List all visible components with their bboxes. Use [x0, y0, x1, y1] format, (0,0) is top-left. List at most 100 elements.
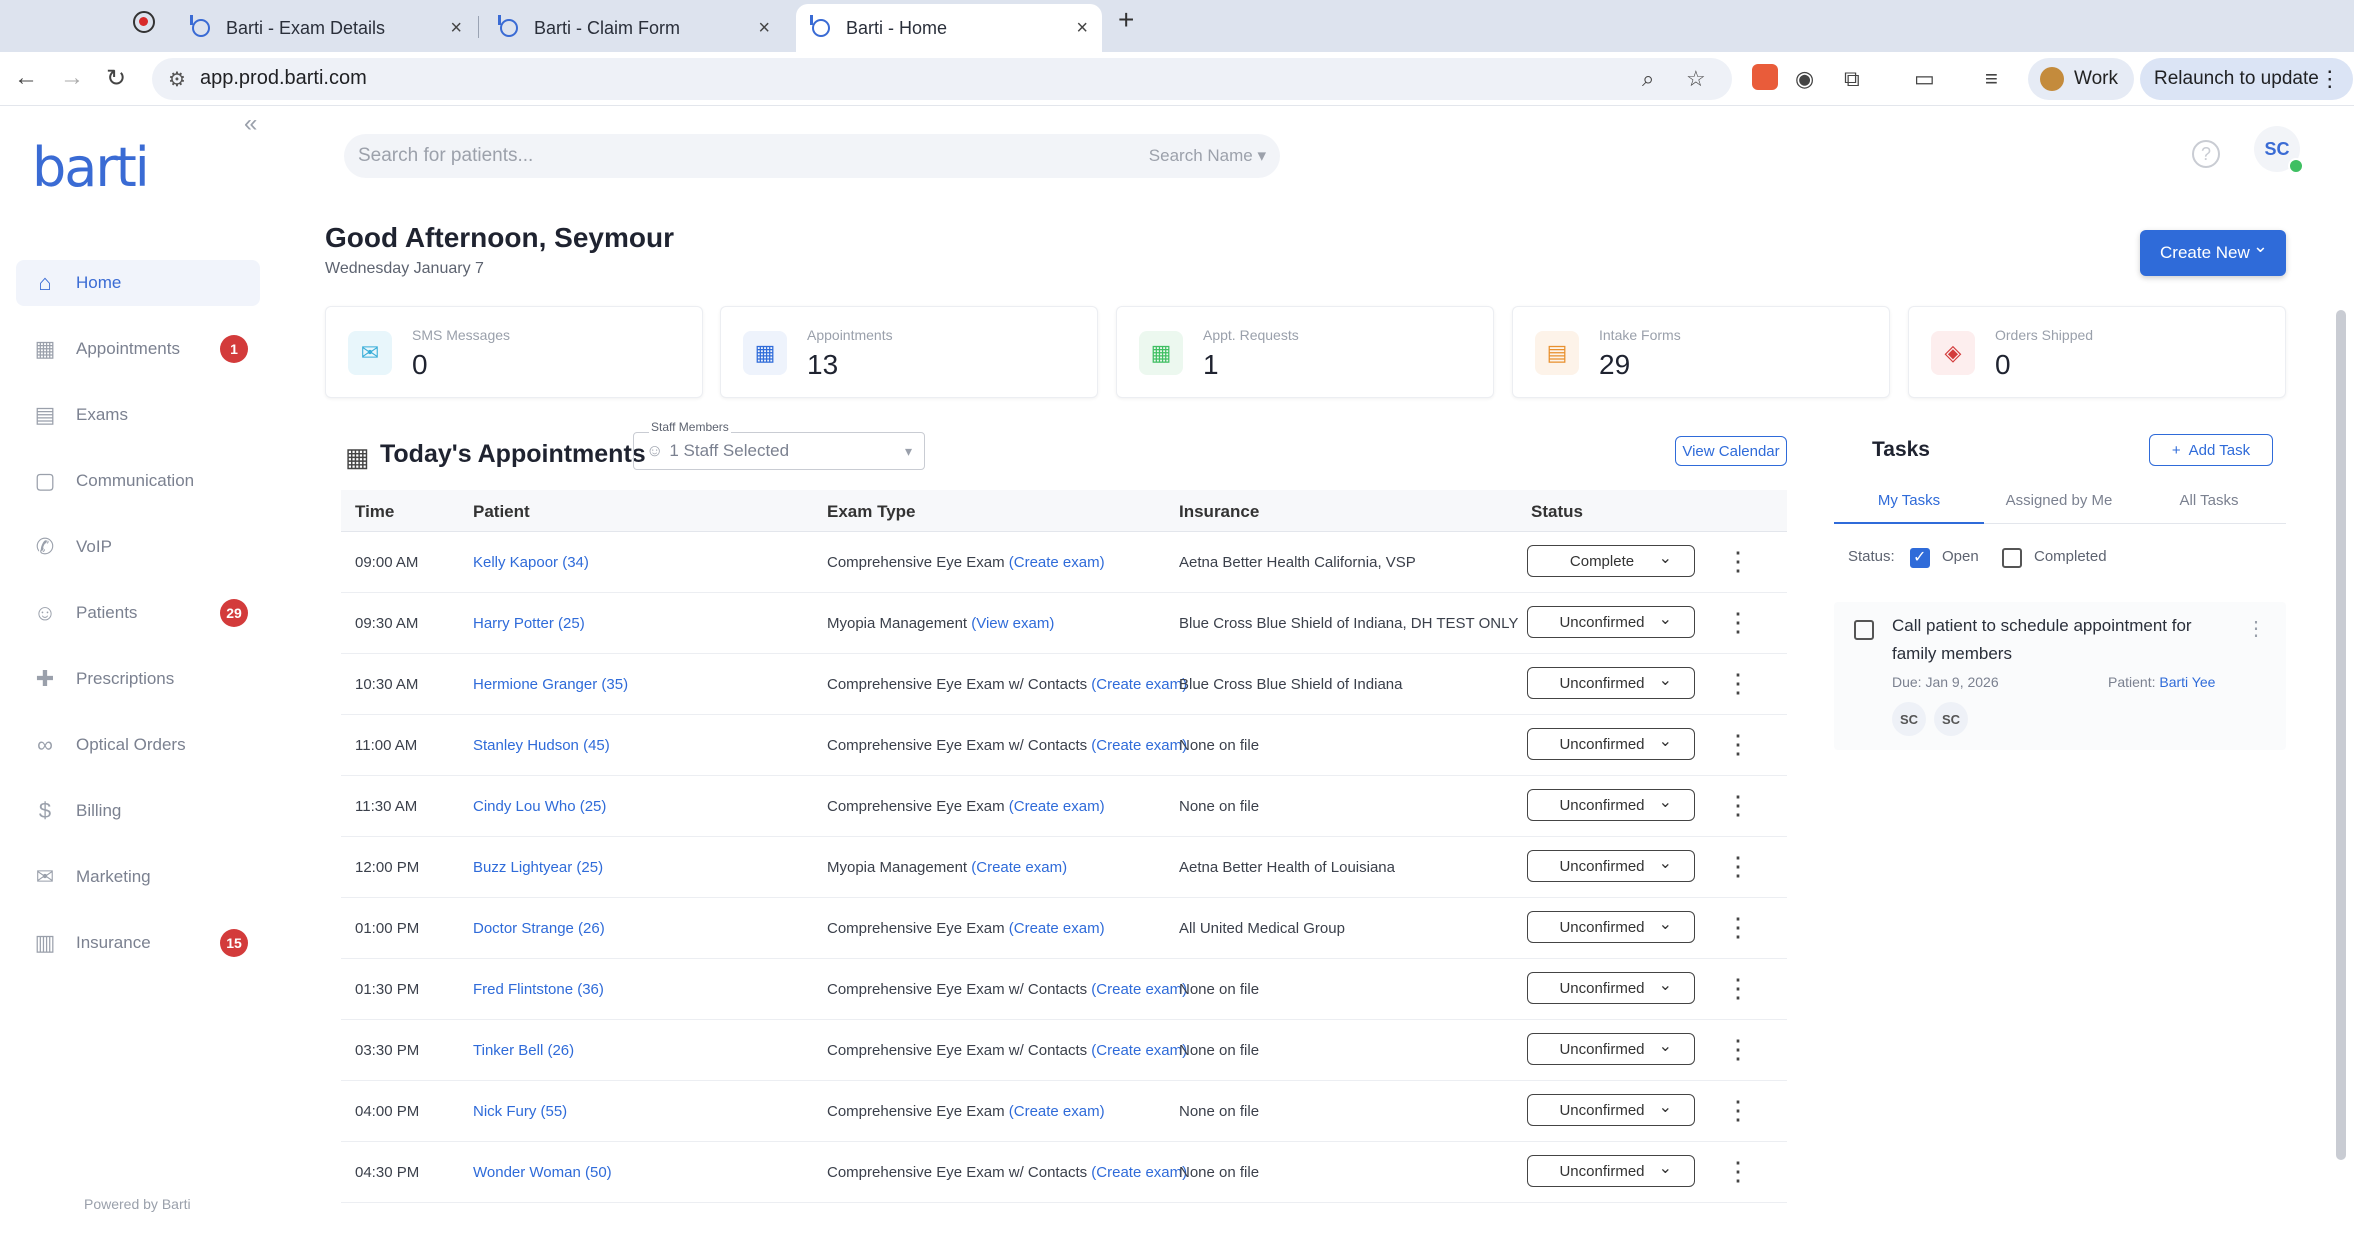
- sidebar-item-patients[interactable]: ☺ Patients 29: [16, 590, 260, 636]
- more-options-icon[interactable]: ⋮: [1725, 973, 1751, 1004]
- more-options-icon[interactable]: ⋮: [1725, 790, 1751, 821]
- profile-work-button[interactable]: Work: [2028, 58, 2134, 100]
- exam-action-link[interactable]: (Create exam): [1009, 1103, 1105, 1120]
- sidebar-item-voip[interactable]: ✆ VoIP: [16, 524, 260, 570]
- create-new-button[interactable]: Create New: [2140, 230, 2286, 276]
- media-controls-icon[interactable]: ≡: [1985, 66, 1998, 92]
- sidebar-item-optical-orders[interactable]: ∞ Optical Orders: [16, 722, 260, 768]
- browser-tab-home[interactable]: Barti - Home ×: [796, 4, 1102, 52]
- more-options-icon[interactable]: ⋮: [1725, 1095, 1751, 1126]
- task-checkbox[interactable]: [1854, 620, 1874, 640]
- search-input[interactable]: [358, 134, 1058, 178]
- sidebar-item-home[interactable]: ⌂ Home: [16, 260, 260, 306]
- stat-card-sms[interactable]: ✉ SMS Messages 0: [325, 306, 703, 398]
- exam-action-link[interactable]: (Create exam): [971, 859, 1067, 876]
- stat-card-intake-forms[interactable]: ▤ Intake Forms 29: [1512, 306, 1890, 398]
- sidebar-item-marketing[interactable]: ✉ Marketing: [16, 854, 260, 900]
- exam-action-link[interactable]: (Create exam): [1091, 1164, 1187, 1181]
- patient-link[interactable]: Stanley Hudson (45): [473, 737, 610, 754]
- more-options-icon[interactable]: ⋮: [1725, 912, 1751, 943]
- password-extension-icon[interactable]: ◉: [1795, 66, 1814, 92]
- patient-link[interactable]: Hermione Granger (35): [473, 676, 628, 693]
- patient-link[interactable]: Doctor Strange (26): [473, 920, 605, 937]
- status-dropdown[interactable]: Unconfirmed: [1527, 789, 1695, 821]
- more-options-icon[interactable]: ⋮: [1725, 546, 1751, 577]
- exam-action-link[interactable]: (View exam): [971, 615, 1054, 632]
- forward-arrow-icon[interactable]: →: [60, 64, 84, 92]
- close-icon[interactable]: ×: [450, 17, 462, 40]
- more-options-icon[interactable]: ⋮: [1725, 851, 1751, 882]
- stat-card-appointments[interactable]: ▦ Appointments 13: [720, 306, 1098, 398]
- patient-link[interactable]: Tinker Bell (26): [473, 1042, 574, 1059]
- tab-all-tasks[interactable]: All Tasks: [2134, 492, 2284, 509]
- staff-members-select[interactable]: ☺ 1 Staff Selected: [633, 432, 925, 470]
- page-scrollbar[interactable]: [2336, 310, 2346, 1160]
- recording-icon[interactable]: [133, 11, 155, 33]
- exam-action-link[interactable]: (Create exam): [1091, 737, 1187, 754]
- user-avatar[interactable]: SC: [2254, 126, 2304, 174]
- relaunch-update-button[interactable]: Relaunch to update: [2140, 58, 2353, 100]
- patient-link[interactable]: Fred Flintstone (36): [473, 981, 604, 998]
- exam-action-link[interactable]: (Create exam): [1091, 676, 1187, 693]
- sidebar-item-appointments[interactable]: ▦ Appointments 1: [16, 326, 260, 372]
- tab-my-tasks[interactable]: My Tasks: [1834, 492, 1984, 524]
- help-icon[interactable]: ?: [2192, 140, 2220, 168]
- site-settings-icon[interactable]: ⚙: [168, 67, 186, 92]
- status-dropdown[interactable]: Unconfirmed: [1527, 728, 1695, 760]
- close-icon[interactable]: ×: [1076, 17, 1088, 40]
- close-icon[interactable]: ×: [758, 17, 770, 40]
- exam-action-link[interactable]: (Create exam): [1091, 981, 1187, 998]
- task-item[interactable]: Call patient to schedule appointment for…: [1834, 602, 2286, 750]
- exam-action-link[interactable]: (Create exam): [1009, 554, 1105, 571]
- exam-action-link[interactable]: (Create exam): [1009, 798, 1105, 815]
- status-dropdown[interactable]: Unconfirmed: [1527, 1155, 1695, 1187]
- puzzle-extensions-icon[interactable]: ⧉: [1844, 66, 1860, 92]
- more-options-icon[interactable]: ⋮: [1725, 668, 1751, 699]
- zoom-icon[interactable]: ⌕: [1642, 66, 1654, 92]
- open-checkbox[interactable]: [1910, 547, 1930, 568]
- reload-icon[interactable]: ↻: [106, 64, 126, 93]
- stat-card-orders-shipped[interactable]: ◈ Orders Shipped 0: [1908, 306, 2286, 398]
- tab-search-icon[interactable]: ▭: [1914, 66, 1935, 92]
- sidebar-item-billing[interactable]: $ Billing: [16, 788, 260, 834]
- completed-checkbox[interactable]: [2002, 548, 2022, 568]
- status-dropdown[interactable]: Unconfirmed: [1527, 911, 1695, 943]
- exam-action-link[interactable]: (Create exam): [1009, 920, 1105, 937]
- patient-link[interactable]: Wonder Woman (50): [473, 1164, 612, 1181]
- exam-action-link[interactable]: (Create exam): [1091, 1042, 1187, 1059]
- status-dropdown[interactable]: Complete: [1527, 545, 1695, 577]
- more-options-icon[interactable]: ⋮: [1725, 1034, 1751, 1065]
- status-dropdown[interactable]: Unconfirmed: [1527, 850, 1695, 882]
- browser-tab-exam-details[interactable]: Barti - Exam Details ×: [176, 4, 476, 52]
- sidebar-item-communication[interactable]: ▢ Communication: [16, 458, 260, 504]
- stat-card-appt-requests[interactable]: ▦ Appt. Requests 1: [1116, 306, 1494, 398]
- patient-link[interactable]: Kelly Kapoor (34): [473, 554, 589, 571]
- view-calendar-button[interactable]: View Calendar: [1675, 436, 1787, 466]
- search-mode-select[interactable]: Search Name ▾: [1149, 146, 1266, 166]
- patient-link[interactable]: Harry Potter (25): [473, 615, 585, 632]
- more-options-icon[interactable]: ⋮: [1725, 1156, 1751, 1187]
- new-tab-plus-icon[interactable]: +: [1118, 4, 1134, 36]
- more-options-icon[interactable]: ⋮: [1725, 729, 1751, 760]
- collapse-sidebar-icon[interactable]: «: [244, 110, 257, 138]
- more-options-icon[interactable]: ⋮: [2246, 616, 2266, 641]
- back-arrow-icon[interactable]: ←: [14, 64, 38, 92]
- status-dropdown[interactable]: Unconfirmed: [1527, 667, 1695, 699]
- patient-link[interactable]: Cindy Lou Who (25): [473, 798, 606, 815]
- browser-tab-claim-form[interactable]: Barti - Claim Form ×: [484, 4, 784, 52]
- status-dropdown[interactable]: Unconfirmed: [1527, 972, 1695, 1004]
- status-dropdown[interactable]: Unconfirmed: [1527, 1033, 1695, 1065]
- barti-logo[interactable]: barti: [32, 136, 150, 199]
- sidebar-item-insurance[interactable]: ▥ Insurance 15: [16, 920, 260, 966]
- status-dropdown[interactable]: Unconfirmed: [1527, 606, 1695, 638]
- sidebar-item-prescriptions[interactable]: ✚ Prescriptions: [16, 656, 260, 702]
- patient-link[interactable]: Buzz Lightyear (25): [473, 859, 603, 876]
- patient-link[interactable]: Nick Fury (55): [473, 1103, 567, 1120]
- star-bookmark-icon[interactable]: ☆: [1686, 66, 1706, 92]
- address-bar[interactable]: ⚙ app.prod.barti.com ⌕ ☆: [152, 58, 1732, 100]
- add-task-button[interactable]: + Add Task: [2149, 434, 2273, 466]
- more-options-icon[interactable]: ⋮: [1725, 607, 1751, 638]
- sidebar-item-exams[interactable]: ▤ Exams: [16, 392, 260, 438]
- status-dropdown[interactable]: Unconfirmed: [1527, 1094, 1695, 1126]
- tab-assigned-by-me[interactable]: Assigned by Me: [1984, 492, 2134, 509]
